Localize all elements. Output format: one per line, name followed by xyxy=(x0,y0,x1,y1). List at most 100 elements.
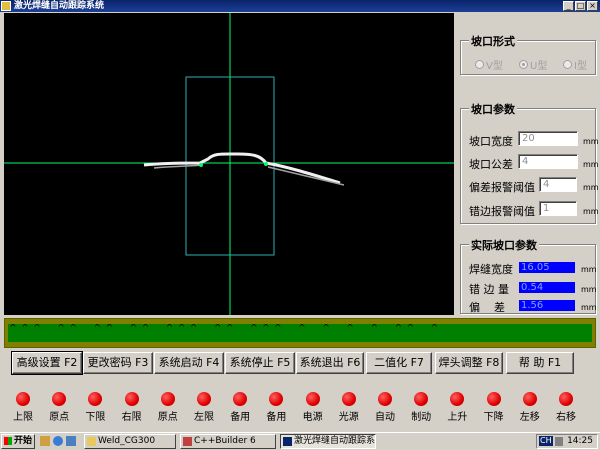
title-bar[interactable]: 激光焊缝自动跟踪系统 _ □ × xyxy=(0,0,600,12)
groove-params-title: 坡口参数 xyxy=(469,101,517,117)
indicator-lamp xyxy=(559,392,573,406)
taskbar: 开始 Weld_CG300 C++Builder 6 激光焊缝自动跟踪系统 CH… xyxy=(0,432,600,450)
torch-adjust-button[interactable]: 焊头调整 F8 xyxy=(435,352,503,374)
change-password-button[interactable]: 更改密码 F3 xyxy=(83,352,153,374)
indicator-lamp xyxy=(160,392,175,406)
deviation-unit: mm xyxy=(581,303,597,312)
deviation-alarm-unit: mm xyxy=(583,183,599,192)
indicator-label: 原点 xyxy=(49,412,70,423)
main-window: 激光焊缝自动跟踪系统 _ □ × 坡口形式 V型 U型 I型 坡口参数 坡口宽度… xyxy=(0,0,600,450)
windows-logo-icon xyxy=(4,437,12,445)
indicator-label: 光源 xyxy=(338,412,359,423)
misalign-unit: mm xyxy=(581,285,597,294)
deviation-label: 偏 差 xyxy=(469,301,505,314)
task-weld-tracking[interactable]: 激光焊缝自动跟踪系统 xyxy=(280,434,376,449)
browser-icon[interactable] xyxy=(53,436,63,446)
clock: 14:25 xyxy=(567,436,593,446)
indicator-lamp xyxy=(378,392,392,406)
actual-params-title: 实际坡口参数 xyxy=(469,237,539,253)
indicator-label: 上限 xyxy=(13,412,33,423)
app-icon xyxy=(1,1,11,11)
window-title: 激光焊缝自动跟踪系统 xyxy=(14,1,105,11)
indicator-label: 备用 xyxy=(230,412,251,423)
indicator-lamp xyxy=(88,392,103,406)
start-button[interactable]: 开始 xyxy=(1,434,35,449)
outlook-icon[interactable] xyxy=(66,436,76,446)
indicator-lamp xyxy=(233,392,248,406)
weld-width-readout: 16.05 xyxy=(519,262,575,273)
indicator-label: 左移 xyxy=(519,412,540,423)
system-start-button[interactable]: 系统启动 F4 xyxy=(154,352,224,374)
folder-icon xyxy=(87,437,96,446)
camera-view xyxy=(4,13,454,315)
groove-width-label: 坡口宽度 xyxy=(469,135,513,148)
laser-line-image xyxy=(4,13,454,315)
indicator-lamp xyxy=(16,392,30,406)
status-strip-frame: ^ ^ ^ ^ ^ ^ ^ ^ ^ ^ ^ ^ ^ ^ ^ ^ ^ ^ ^ ^ … xyxy=(4,318,596,348)
maximize-button[interactable]: □ xyxy=(575,1,586,11)
groove-type-group: 坡口形式 V型 U型 I型 xyxy=(460,33,596,75)
laser-stripe xyxy=(143,152,341,185)
misalign-alarm-field[interactable]: 1 xyxy=(539,201,577,216)
radio-v-type[interactable]: V型 xyxy=(475,57,503,72)
actual-params-group: 实际坡口参数 焊缝宽度 16.05 mm 错 边 量 0.54 mm 偏 差 1… xyxy=(460,237,597,314)
indicator-lamp xyxy=(124,392,139,406)
indicator-lamp xyxy=(414,392,429,406)
system-exit-button[interactable]: 系统退出 F6 xyxy=(296,352,364,374)
advanced-settings-button[interactable]: 高级设置 F2 xyxy=(11,351,83,375)
misalign-readout: 0.54 xyxy=(519,282,575,293)
misalign-alarm-label: 错边报警阈值 xyxy=(469,205,535,218)
language-indicator[interactable]: CH xyxy=(539,436,553,446)
groove-tolerance-field[interactable]: 4 xyxy=(518,154,578,169)
status-strip: ^ ^ ^ ^ ^ ^ ^ ^ ^ ^ ^ ^ ^ ^ ^ ^ ^ ^ ^ ^ … xyxy=(8,324,592,342)
system-tray: CH 14:25 xyxy=(536,434,598,449)
indicator-label: 右限 xyxy=(121,412,142,423)
indicator-lamp xyxy=(269,392,284,406)
indicator-label: 右移 xyxy=(556,412,576,423)
show-desktop-icon[interactable] xyxy=(40,436,50,446)
edge-point-right xyxy=(264,162,268,166)
deviation-alarm-field[interactable]: 4 xyxy=(539,177,577,192)
indicator-label: 备用 xyxy=(266,412,287,423)
indicator-lamp xyxy=(52,392,67,406)
groove-type-title: 坡口形式 xyxy=(469,33,517,49)
help-button[interactable]: 帮 助 F1 xyxy=(506,352,574,374)
builder-icon xyxy=(183,437,192,446)
indicator-lamp xyxy=(197,392,211,406)
system-stop-button[interactable]: 系统停止 F5 xyxy=(225,352,295,374)
indicator-lamp xyxy=(486,392,501,406)
indicator-label: 下降 xyxy=(483,412,504,423)
radio-i-type[interactable]: I型 xyxy=(563,57,587,72)
indicator-label: 制动 xyxy=(411,412,432,423)
task-cpp-builder[interactable]: C++Builder 6 xyxy=(180,434,276,449)
indicator-label: 下限 xyxy=(85,412,106,423)
deviation-readout: 1.56 xyxy=(519,300,575,311)
indicator-lamp xyxy=(522,392,537,406)
indicator-label: 电源 xyxy=(302,412,323,423)
misalign-alarm-unit: mm xyxy=(583,207,599,216)
indicator-lamp xyxy=(341,392,356,406)
misalign-label: 错 边 量 xyxy=(469,283,509,296)
indicator-lamp xyxy=(305,392,320,406)
radio-i-dot[interactable] xyxy=(563,60,572,69)
indicator-label: 上升 xyxy=(447,412,468,423)
binarize-button[interactable]: 二值化 F7 xyxy=(366,352,432,374)
weld-width-unit: mm xyxy=(581,265,597,274)
speaker-icon[interactable] xyxy=(555,437,563,446)
close-button[interactable]: × xyxy=(587,1,598,11)
radio-v-dot[interactable] xyxy=(475,60,484,69)
weld-width-label: 焊缝宽度 xyxy=(469,263,513,276)
indicator-lamp xyxy=(450,392,465,406)
indicator-label: 原点 xyxy=(157,412,178,423)
indicator-label: 自动 xyxy=(375,412,395,423)
radio-u-dot[interactable] xyxy=(519,60,528,69)
groove-width-field[interactable]: 20 xyxy=(518,131,578,146)
radio-u-type[interactable]: U型 xyxy=(519,57,547,72)
indicator-label: 左限 xyxy=(194,412,214,423)
edge-point-left xyxy=(199,163,203,167)
minimize-button[interactable]: _ xyxy=(563,1,574,11)
groove-tolerance-unit: mm xyxy=(583,160,599,169)
status-strip-line2: _ _ _ _ _ _ _ _ _ _ _ _ _ _ _ _ _ _ _ _ … xyxy=(10,333,426,343)
task-weld-cg300[interactable]: Weld_CG300 xyxy=(84,434,176,449)
groove-params-group: 坡口参数 坡口宽度 20 mm 坡口公差 4 mm 偏差报警阈值 4 mm 错边… xyxy=(460,101,599,224)
